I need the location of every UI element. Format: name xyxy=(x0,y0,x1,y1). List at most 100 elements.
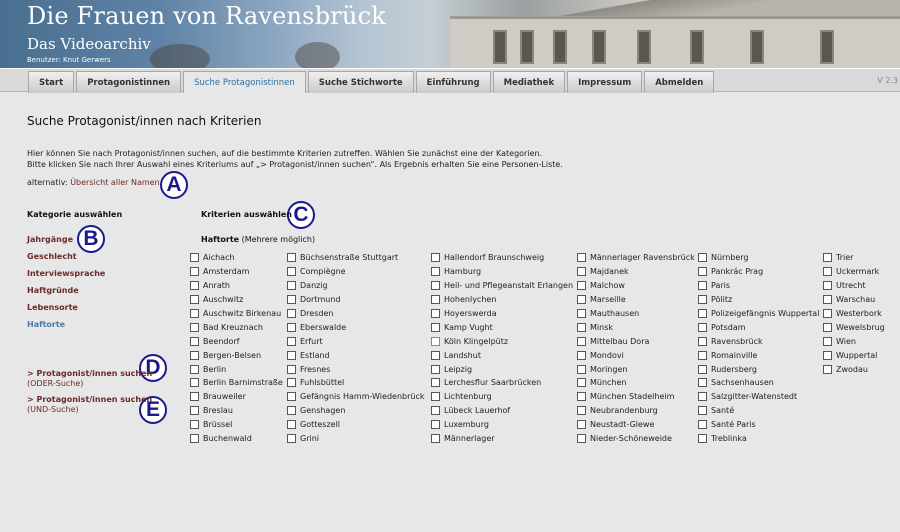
criteria-option[interactable]: Sachsenhausen xyxy=(698,376,819,390)
criteria-option[interactable]: Mittelbau Dora xyxy=(577,334,695,348)
criteria-option[interactable]: Paris xyxy=(698,279,819,293)
criteria-checkbox[interactable] xyxy=(431,364,440,374)
all-names-link[interactable]: Übersicht aller Namen xyxy=(70,178,159,187)
criteria-option[interactable]: Grini xyxy=(287,432,424,446)
criteria-option[interactable]: Köln Klingelpütz xyxy=(431,334,573,348)
criteria-checkbox[interactable] xyxy=(190,364,199,374)
criteria-option[interactable]: Wien xyxy=(823,334,885,348)
criteria-option[interactable]: Pankrác Prag xyxy=(698,265,819,279)
criteria-option[interactable]: Ravensbrück xyxy=(698,334,819,348)
nav-tab-mediathek[interactable]: Mediathek xyxy=(492,71,566,93)
criteria-checkbox[interactable] xyxy=(287,253,296,263)
criteria-checkbox[interactable] xyxy=(287,322,296,332)
criteria-checkbox[interactable] xyxy=(190,392,199,402)
criteria-option[interactable]: Dresden xyxy=(287,307,424,321)
criteria-checkbox[interactable] xyxy=(698,434,707,444)
nav-tab-abmelden[interactable]: Abmelden xyxy=(644,71,715,93)
criteria-option[interactable]: Erfurt xyxy=(287,334,424,348)
criteria-checkbox[interactable] xyxy=(190,267,199,277)
criteria-checkbox[interactable] xyxy=(190,295,199,305)
criteria-option[interactable]: Lichtenburg xyxy=(431,390,573,404)
criteria-checkbox[interactable] xyxy=(823,281,832,291)
criteria-option[interactable]: Hohenlychen xyxy=(431,293,573,307)
criteria-option[interactable]: Buchenwald xyxy=(190,432,283,446)
criteria-checkbox[interactable] xyxy=(190,420,199,430)
nav-tab-einfuhrung[interactable]: Einführung xyxy=(415,71,491,93)
criteria-checkbox[interactable] xyxy=(287,378,296,388)
criteria-option[interactable]: Brauweiler xyxy=(190,390,283,404)
nav-tab-protagonistinnen[interactable]: Protagonistinnen xyxy=(76,71,182,93)
criteria-checkbox[interactable] xyxy=(823,364,832,374)
criteria-checkbox[interactable] xyxy=(287,406,296,416)
criteria-option[interactable]: Mondovi xyxy=(577,348,695,362)
criteria-checkbox[interactable] xyxy=(190,322,199,332)
category-geschlecht[interactable]: Geschlecht xyxy=(27,252,105,269)
criteria-checkbox[interactable] xyxy=(431,392,440,402)
criteria-option[interactable]: Neubrandenburg xyxy=(577,404,695,418)
category-lebensorte[interactable]: Lebensorte xyxy=(27,303,105,320)
criteria-checkbox[interactable] xyxy=(577,309,586,318)
criteria-checkbox[interactable] xyxy=(577,364,586,374)
criteria-checkbox[interactable] xyxy=(287,364,296,374)
criteria-option[interactable]: Rudersberg xyxy=(698,362,819,376)
nav-tab-impressum[interactable]: Impressum xyxy=(567,71,643,93)
criteria-option[interactable]: Gotteszell xyxy=(287,418,424,432)
criteria-option[interactable]: Beendorf xyxy=(190,334,283,348)
criteria-checkbox[interactable] xyxy=(287,350,296,360)
criteria-checkbox[interactable] xyxy=(698,420,707,430)
criteria-checkbox[interactable] xyxy=(698,281,707,291)
criteria-checkbox[interactable] xyxy=(577,322,586,332)
criteria-option[interactable]: München Stadelheim xyxy=(577,390,695,404)
nav-tab-start[interactable]: Start xyxy=(28,71,75,93)
criteria-checkbox[interactable] xyxy=(577,350,586,360)
criteria-checkbox[interactable] xyxy=(823,322,832,332)
criteria-checkbox[interactable] xyxy=(577,267,586,277)
criteria-option[interactable]: Luxemburg xyxy=(431,418,573,432)
criteria-option[interactable]: Aichach xyxy=(190,251,283,265)
criteria-option[interactable]: Malchow xyxy=(577,279,695,293)
criteria-option[interactable]: Fuhlsbüttel xyxy=(287,376,424,390)
criteria-checkbox[interactable] xyxy=(577,392,586,402)
criteria-checkbox[interactable] xyxy=(287,392,296,402)
criteria-checkbox[interactable] xyxy=(698,378,707,388)
criteria-checkbox[interactable] xyxy=(431,295,440,305)
criteria-option[interactable]: Majdanek xyxy=(577,265,695,279)
nav-tab-suche-protagonistinnen[interactable]: Suche Protagonistinnen xyxy=(183,71,306,93)
criteria-checkbox[interactable] xyxy=(698,253,707,263)
criteria-option[interactable]: Dortmund xyxy=(287,293,424,307)
criteria-checkbox[interactable] xyxy=(698,336,707,346)
criteria-option[interactable]: Lübeck Lauerhof xyxy=(431,404,573,418)
criteria-option[interactable]: Warschau xyxy=(823,293,885,307)
criteria-option[interactable]: Santé Paris xyxy=(698,418,819,432)
criteria-checkbox[interactable] xyxy=(577,281,586,291)
criteria-option[interactable]: Hallendorf Braunschweig xyxy=(431,251,573,265)
criteria-option[interactable]: Uckermark xyxy=(823,265,885,279)
criteria-option[interactable]: Neustadt-Glewe xyxy=(577,418,695,432)
criteria-checkbox[interactable] xyxy=(823,309,832,318)
criteria-option[interactable]: Moringen xyxy=(577,362,695,376)
criteria-option[interactable]: Compiègne xyxy=(287,265,424,279)
criteria-checkbox[interactable] xyxy=(823,350,832,360)
nav-tab-suche-stichworte[interactable]: Suche Stichworte xyxy=(307,71,414,93)
criteria-checkbox[interactable] xyxy=(823,253,832,263)
criteria-checkbox[interactable] xyxy=(190,406,199,416)
criteria-option[interactable]: Landshut xyxy=(431,348,573,362)
criteria-checkbox[interactable] xyxy=(698,295,707,305)
criteria-option[interactable]: Kamp Vught xyxy=(431,320,573,334)
criteria-option[interactable]: Auschwitz Birkenau xyxy=(190,307,283,321)
category-haftorte[interactable]: Haftorte xyxy=(27,320,105,337)
criteria-checkbox[interactable] xyxy=(287,309,296,318)
criteria-option[interactable]: Brüssel xyxy=(190,418,283,432)
criteria-checkbox[interactable] xyxy=(698,322,707,332)
criteria-checkbox[interactable] xyxy=(577,336,586,346)
criteria-option[interactable]: Eberswalde xyxy=(287,320,424,334)
criteria-checkbox[interactable] xyxy=(431,267,440,277)
criteria-checkbox[interactable] xyxy=(287,420,296,430)
criteria-option[interactable]: Salzgitter-Watenstedt xyxy=(698,390,819,404)
criteria-option[interactable]: Mauthausen xyxy=(577,307,695,321)
criteria-option[interactable]: Leipzig xyxy=(431,362,573,376)
criteria-option[interactable]: Wuppertal xyxy=(823,348,885,362)
criteria-checkbox[interactable] xyxy=(698,309,707,318)
criteria-checkbox[interactable] xyxy=(431,322,440,332)
criteria-checkbox[interactable] xyxy=(287,336,296,346)
